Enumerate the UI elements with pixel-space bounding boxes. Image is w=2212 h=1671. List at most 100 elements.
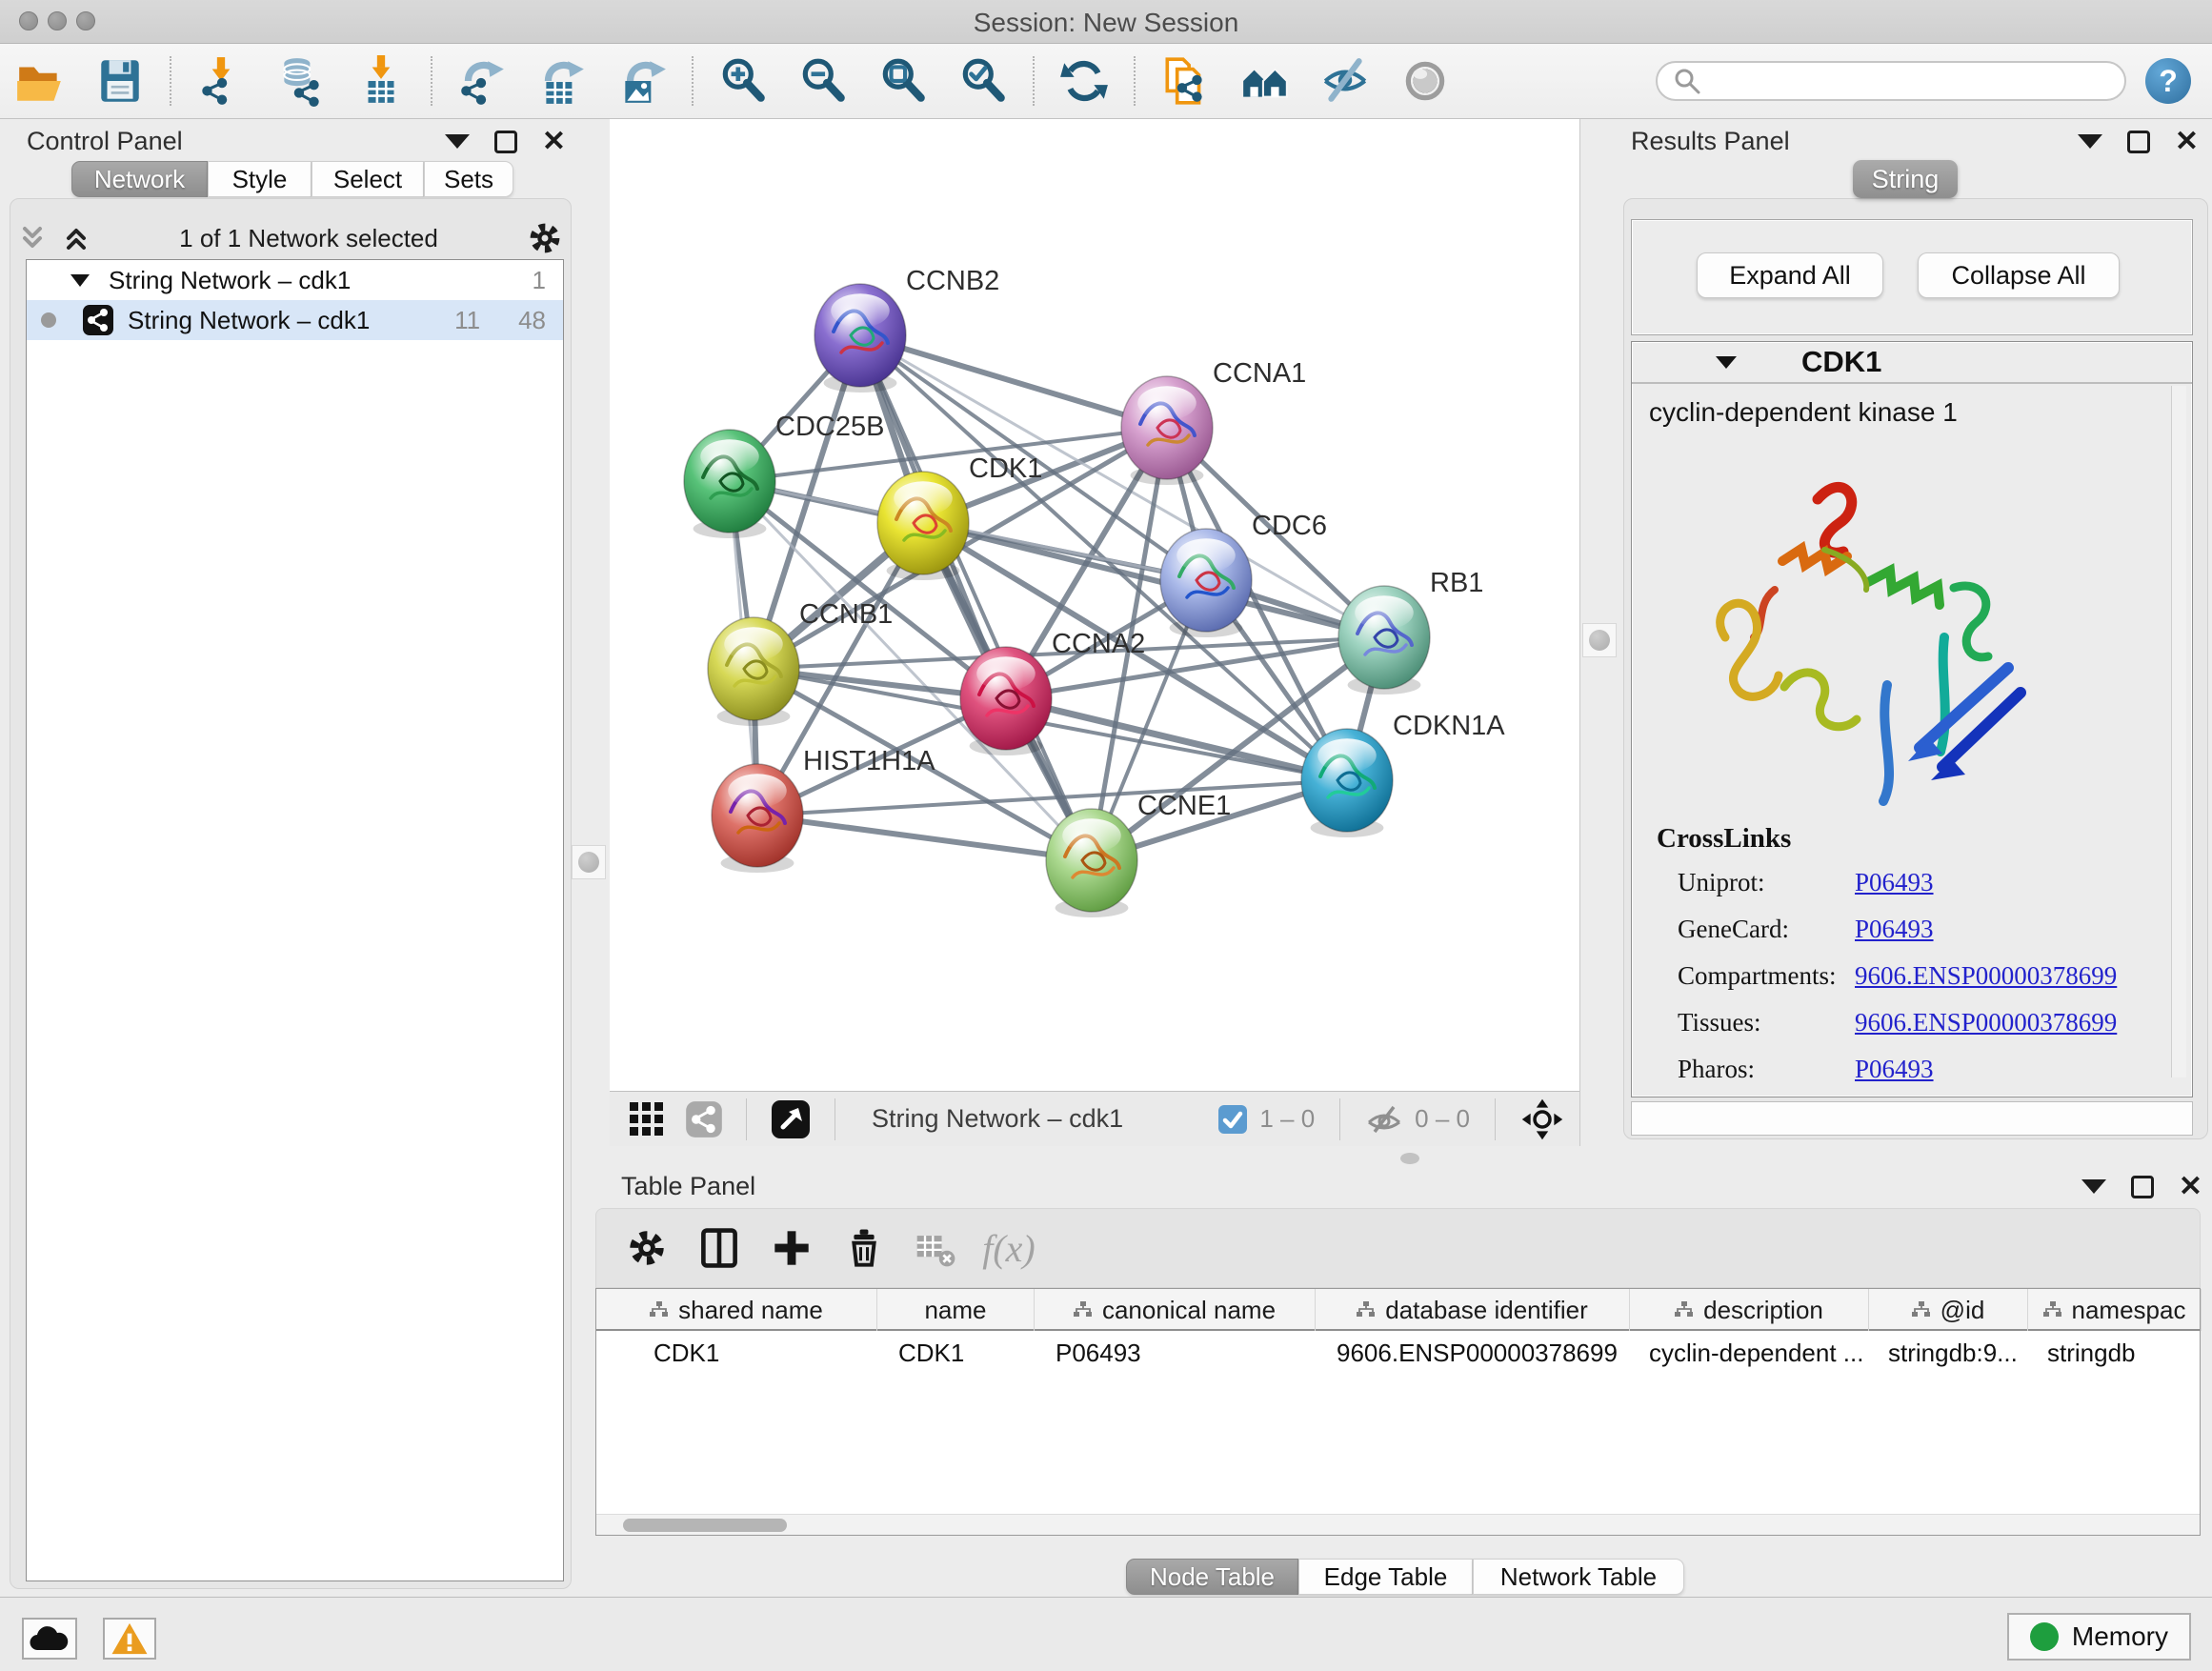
column-header-shared-name[interactable]: shared name (596, 1289, 877, 1331)
detach-view-icon[interactable] (767, 1090, 814, 1149)
panel-menu-icon[interactable] (2078, 134, 2102, 149)
network-collection-row[interactable]: String Network – cdk1 1 (27, 260, 563, 300)
collection-expander-icon[interactable] (69, 271, 91, 290)
zoom-selected-icon[interactable] (955, 53, 1011, 109)
node-CCNE1[interactable]: CCNE1 (1046, 791, 1231, 917)
cell-canonical-name[interactable]: P06493 (1056, 1339, 1310, 1373)
expand-all-icon[interactable] (61, 223, 91, 253)
protein-header[interactable]: CDK1 (1632, 342, 2192, 384)
column-header-namespac[interactable]: namespac (2028, 1289, 2202, 1331)
panel-menu-icon[interactable] (445, 134, 470, 149)
network-options-gear-icon[interactable] (526, 219, 564, 257)
apply-layout-icon[interactable] (1056, 53, 1112, 109)
zoom-fit-icon[interactable] (875, 53, 931, 109)
table-gear-icon[interactable] (617, 1218, 676, 1278)
import-network-database-icon[interactable] (273, 53, 329, 109)
crosslink-link[interactable]: P06493 (1855, 1055, 1934, 1084)
tab-sets[interactable]: Sets (424, 161, 513, 197)
new-network-from-selection-icon[interactable] (1157, 53, 1213, 109)
select-columns-icon[interactable] (690, 1218, 749, 1278)
export-network-icon[interactable] (454, 53, 510, 109)
close-panel-icon[interactable]: ✕ (2175, 131, 2199, 153)
help-button[interactable]: ? (2145, 58, 2191, 104)
table-horizontal-scrollbar[interactable] (596, 1514, 2200, 1535)
expand-all-button[interactable]: Expand All (1697, 252, 1883, 298)
import-network-file-icon[interactable] (193, 53, 249, 109)
cell-description[interactable]: cyclin-dependent ... (1649, 1339, 1863, 1373)
zoom-out-icon[interactable] (795, 53, 851, 109)
delete-column-icon[interactable] (835, 1218, 894, 1278)
hidden-eye-icon[interactable] (1365, 1103, 1403, 1136)
edge-CCNB2-CCNA1[interactable] (860, 335, 1167, 428)
horizontal-splitter[interactable] (583, 1146, 2212, 1170)
tab-string[interactable]: String (1853, 160, 1958, 198)
search-input[interactable] (1656, 61, 2126, 101)
sort-tree-icon[interactable] (1357, 1301, 1376, 1319)
zoom-in-icon[interactable] (715, 53, 771, 109)
tab-select[interactable]: Select (312, 161, 424, 197)
crosslink-link[interactable]: 9606.ENSP00000378699 (1855, 1008, 2117, 1037)
tab-style[interactable]: Style (208, 161, 312, 197)
export-image-icon[interactable] (614, 53, 670, 109)
sort-tree-icon[interactable] (1074, 1301, 1093, 1319)
cell-name[interactable]: CDK1 (898, 1339, 1029, 1373)
add-column-icon[interactable] (762, 1218, 821, 1278)
home-icon[interactable] (1237, 53, 1293, 109)
right-splitter[interactable] (1579, 119, 1618, 1146)
crosslink-link[interactable]: P06493 (1855, 915, 1934, 944)
horizontal-splitter-handle[interactable] (1398, 1152, 1421, 1165)
import-table-file-icon[interactable] (353, 53, 409, 109)
tab-network-table[interactable]: Network Table (1473, 1559, 1684, 1595)
column-header-@id[interactable]: @id (1869, 1289, 2028, 1331)
float-panel-icon[interactable] (494, 131, 517, 153)
crosslink-link[interactable]: 9606.ENSP00000378699 (1855, 961, 2117, 991)
open-session-icon[interactable] (12, 53, 68, 109)
edge-CCNB2-CCNE1[interactable] (860, 335, 1092, 860)
network-view-canvas[interactable]: CCNB2CCNA1CDC25BCDK1CDC6RB1CCNB1CCNA2CDK… (610, 119, 1579, 1091)
sort-tree-icon[interactable] (2043, 1301, 2062, 1319)
save-session-icon[interactable] (92, 53, 148, 109)
column-header-canonical-name[interactable]: canonical name (1035, 1289, 1316, 1331)
network-row[interactable]: String Network – cdk1 11 48 (27, 300, 563, 340)
sort-tree-icon[interactable] (1675, 1301, 1694, 1319)
grid-view-icon[interactable] (625, 1090, 669, 1149)
memory-button[interactable]: Memory (2007, 1613, 2191, 1661)
node-HIST1H1A[interactable]: HIST1H1A (712, 746, 935, 873)
hide-selected-icon[interactable] (1317, 53, 1373, 109)
node-table[interactable]: shared namenamecanonical namedatabase id… (595, 1288, 2201, 1536)
node-RB1[interactable]: RB1 (1338, 568, 1483, 695)
column-header-description[interactable]: description (1630, 1289, 1869, 1331)
selected-checkbox-icon[interactable] (1217, 1104, 1248, 1135)
collapse-section-icon[interactable] (1714, 352, 1739, 372)
tab-edge-table[interactable]: Edge Table (1298, 1559, 1473, 1595)
close-panel-icon[interactable]: ✕ (542, 131, 566, 153)
sort-tree-icon[interactable] (1912, 1301, 1931, 1319)
node-CDKN1A[interactable]: CDKN1A (1301, 711, 1505, 837)
collapse-all-button[interactable]: Collapse All (1918, 252, 2120, 298)
scrollbar-thumb[interactable] (623, 1519, 787, 1532)
tab-node-table[interactable]: Node Table (1126, 1559, 1298, 1595)
edge-HIST1H1A-CCNE1[interactable] (757, 815, 1092, 860)
right-splitter-handle[interactable] (1582, 623, 1617, 657)
cell-@id[interactable]: stringdb:9... (1888, 1339, 2022, 1373)
network-share-icon[interactable] (682, 1090, 726, 1149)
tab-network[interactable]: Network (71, 161, 208, 197)
cell-shared-name[interactable]: CDK1 (654, 1339, 872, 1373)
sort-tree-icon[interactable] (650, 1301, 669, 1319)
node-CCNA1[interactable]: CCNA1 (1121, 358, 1306, 485)
export-table-icon[interactable] (534, 53, 590, 109)
crosslink-link[interactable]: P06493 (1855, 868, 1934, 897)
navigator-crosshair-icon[interactable] (1520, 1097, 1564, 1141)
float-panel-icon[interactable] (2127, 131, 2150, 153)
cell-database-identifier[interactable]: 9606.ENSP00000378699 (1337, 1339, 1624, 1373)
cloud-button[interactable] (22, 1618, 77, 1660)
column-header-name[interactable]: name (877, 1289, 1035, 1331)
close-panel-icon[interactable]: ✕ (2179, 1176, 2202, 1198)
warning-button[interactable] (103, 1618, 156, 1660)
cell-namespac[interactable]: stringdb (2047, 1339, 2196, 1373)
results-scrollbar[interactable] (2171, 386, 2186, 1077)
graphics-details-icon[interactable] (1398, 53, 1453, 109)
column-header-database-identifier[interactable]: database identifier (1316, 1289, 1630, 1331)
panel-menu-icon[interactable] (2081, 1179, 2106, 1194)
collapse-all-icon[interactable] (17, 223, 48, 253)
